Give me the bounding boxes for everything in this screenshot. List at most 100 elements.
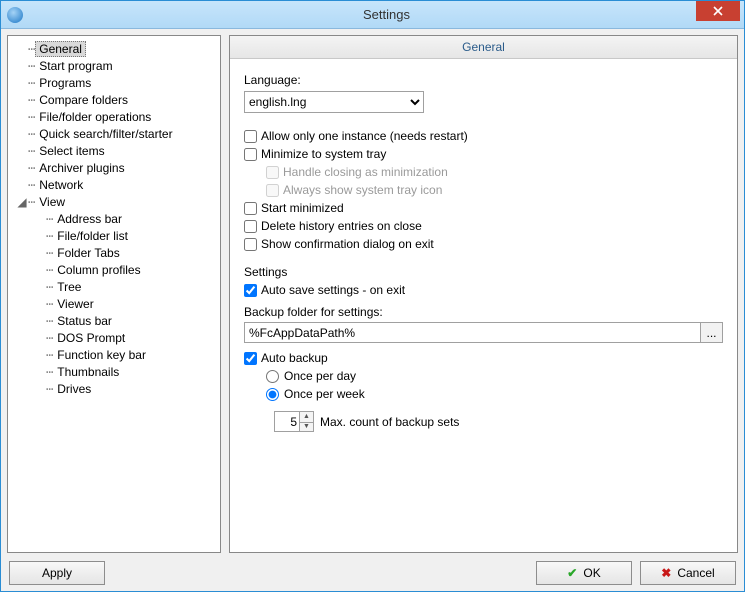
- tree-item-label: View: [35, 194, 69, 210]
- chk-autobackup[interactable]: Auto backup: [244, 351, 723, 365]
- tree-item-label: Function key bar: [53, 347, 150, 363]
- chk-start-min-box[interactable]: [244, 202, 257, 215]
- tree-item-label: Start program: [35, 58, 116, 74]
- tree-toggle-placeholder: [34, 383, 46, 395]
- tree-item[interactable]: ⋯Folder Tabs: [8, 244, 220, 261]
- chk-autosave-box[interactable]: [244, 284, 257, 297]
- cancel-button[interactable]: ✖ Cancel: [640, 561, 736, 585]
- category-tree[interactable]: ⋯General⋯Start program⋯Programs⋯Compare …: [7, 35, 221, 553]
- chk-min-tray-box[interactable]: [244, 148, 257, 161]
- tree-toggle-placeholder: [34, 230, 46, 242]
- spin-down-icon[interactable]: ▼: [300, 422, 314, 433]
- max-count-row: ▲ ▼ Max. count of backup sets: [274, 411, 723, 432]
- spin-up-icon[interactable]: ▲: [300, 411, 314, 422]
- tree-item-label: Quick search/filter/starter: [35, 126, 176, 142]
- tree-item-label: Select items: [35, 143, 108, 159]
- ok-button[interactable]: ✔ OK: [536, 561, 632, 585]
- tree-item-label: Address bar: [53, 211, 126, 227]
- chk-one-instance-box[interactable]: [244, 130, 257, 143]
- main-area: ⋯General⋯Start program⋯Programs⋯Compare …: [7, 35, 738, 553]
- backup-path-input[interactable]: [244, 322, 701, 343]
- chk-confirm-exit[interactable]: Show confirmation dialog on exit: [244, 237, 723, 251]
- settings-window: Settings ⋯General⋯Start program⋯Programs…: [0, 0, 745, 592]
- radio-once-per-week[interactable]: Once per week: [266, 387, 723, 401]
- tree-item[interactable]: ⋯Thumbnails: [8, 363, 220, 380]
- tree-item[interactable]: ⋯General: [8, 40, 220, 57]
- chk-confirm-exit-box[interactable]: [244, 238, 257, 251]
- backup-path-row: ...: [244, 322, 723, 343]
- tree-toggle-placeholder: [34, 213, 46, 225]
- browse-button[interactable]: ...: [701, 322, 723, 343]
- title-bar[interactable]: Settings: [1, 1, 744, 29]
- tree-item[interactable]: ⋯Quick search/filter/starter: [8, 125, 220, 142]
- chk-one-instance[interactable]: Allow only one instance (needs restart): [244, 129, 723, 143]
- chk-min-tray[interactable]: Minimize to system tray: [244, 147, 723, 161]
- tree-item-label: File/folder list: [53, 228, 132, 244]
- panel-title: General: [230, 36, 737, 59]
- tree-item-label: Status bar: [53, 313, 116, 329]
- tree-toggle-placeholder: [34, 349, 46, 361]
- apply-button[interactable]: Apply: [9, 561, 105, 585]
- tree-toggle-placeholder: [16, 179, 28, 191]
- chk-del-history[interactable]: Delete history entries on close: [244, 219, 723, 233]
- tree-item-label: Folder Tabs: [53, 245, 123, 261]
- backup-folder-label: Backup folder for settings:: [244, 305, 723, 319]
- tree-item[interactable]: ⋯Column profiles: [8, 261, 220, 278]
- tree-item-label: Thumbnails: [53, 364, 123, 380]
- tree-toggle-placeholder: [16, 128, 28, 140]
- window-title: Settings: [29, 7, 744, 22]
- tree-item-label: Drives: [53, 381, 95, 397]
- tree-item[interactable]: ⋯Network: [8, 176, 220, 193]
- radio-once-per-week-input[interactable]: [266, 388, 279, 401]
- tree-item[interactable]: ⋯Archiver plugins: [8, 159, 220, 176]
- tree-item-label: General: [35, 41, 86, 57]
- collapse-icon[interactable]: ◢: [16, 196, 28, 208]
- chk-handle-close-box: [266, 166, 279, 179]
- language-label: Language:: [244, 73, 723, 87]
- tree-toggle-placeholder: [16, 43, 28, 55]
- tree-item-label: Viewer: [53, 296, 97, 312]
- spinner-buttons[interactable]: ▲ ▼: [300, 411, 314, 432]
- tree-item[interactable]: ⋯Drives: [8, 380, 220, 397]
- app-icon: [7, 7, 23, 23]
- chk-handle-close: Handle closing as minimization: [266, 165, 723, 179]
- tree-item[interactable]: ⋯File/folder operations: [8, 108, 220, 125]
- button-bar: Apply ✔ OK ✖ Cancel: [7, 553, 738, 585]
- tree-toggle-placeholder: [16, 94, 28, 106]
- chk-start-min[interactable]: Start minimized: [244, 201, 723, 215]
- radio-once-per-day-input[interactable]: [266, 370, 279, 383]
- tree-toggle-placeholder: [16, 145, 28, 157]
- language-select[interactable]: english.lng: [244, 91, 424, 113]
- tree-item[interactable]: ⋯DOS Prompt: [8, 329, 220, 346]
- tree-item[interactable]: ⋯Address bar: [8, 210, 220, 227]
- tree-item-label: DOS Prompt: [53, 330, 129, 346]
- max-count-input[interactable]: [274, 411, 300, 432]
- tree-item[interactable]: ⋯File/folder list: [8, 227, 220, 244]
- tree-toggle-placeholder: [16, 77, 28, 89]
- chk-always-tray: Always show system tray icon: [266, 183, 723, 197]
- max-count-label: Max. count of backup sets: [320, 415, 459, 429]
- tree-item-label: Tree: [53, 279, 85, 295]
- tree-item[interactable]: ⋯Viewer: [8, 295, 220, 312]
- chk-autosave[interactable]: Auto save settings - on exit: [244, 283, 723, 297]
- tree-item[interactable]: ⋯Status bar: [8, 312, 220, 329]
- close-button[interactable]: [696, 1, 740, 21]
- window-body: ⋯General⋯Start program⋯Programs⋯Compare …: [1, 29, 744, 591]
- tree-toggle-placeholder: [34, 264, 46, 276]
- tree-item[interactable]: ⋯Programs: [8, 74, 220, 91]
- tree-toggle-placeholder: [34, 298, 46, 310]
- tree-item-label: File/folder operations: [35, 109, 155, 125]
- tree-item[interactable]: ⋯Select items: [8, 142, 220, 159]
- chk-autobackup-box[interactable]: [244, 352, 257, 365]
- chk-always-tray-box: [266, 184, 279, 197]
- tree-item[interactable]: ◢⋯View: [8, 193, 220, 210]
- tree-item[interactable]: ⋯Tree: [8, 278, 220, 295]
- tree-item[interactable]: ⋯Compare folders: [8, 91, 220, 108]
- radio-once-per-day[interactable]: Once per day: [266, 369, 723, 383]
- tree-item-label: Compare folders: [35, 92, 132, 108]
- tree-item[interactable]: ⋯Function key bar: [8, 346, 220, 363]
- chk-del-history-box[interactable]: [244, 220, 257, 233]
- tree-toggle-placeholder: [34, 247, 46, 259]
- tree-toggle-placeholder: [34, 315, 46, 327]
- tree-item[interactable]: ⋯Start program: [8, 57, 220, 74]
